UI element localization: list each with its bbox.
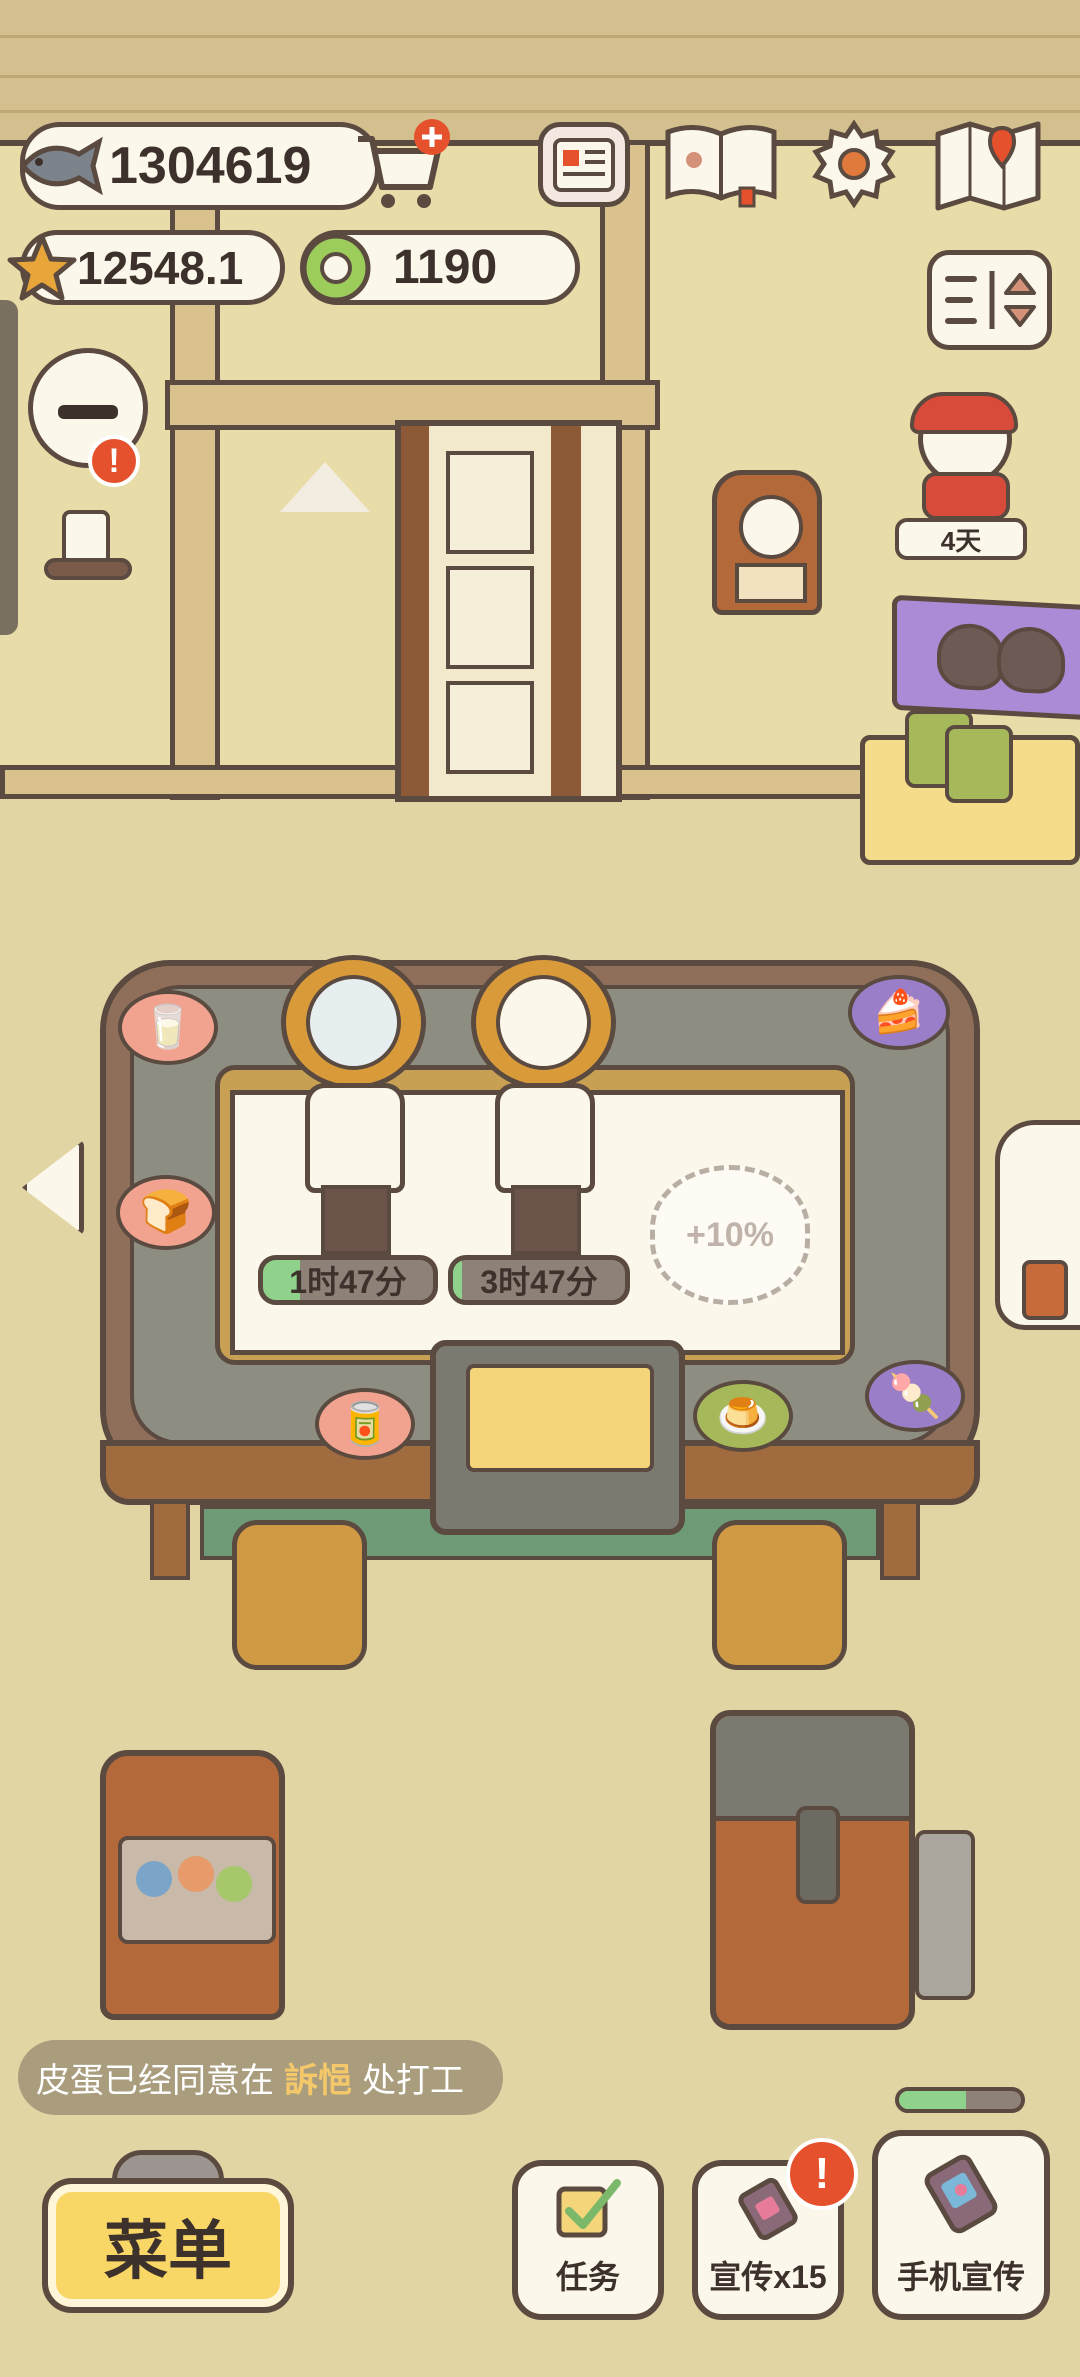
candle-icon [62, 510, 110, 565]
chef-2-cat-face [496, 975, 591, 1070]
fish-amount: 1304619 [109, 137, 312, 195]
candle-holder [44, 558, 132, 580]
chef-2-timer: 3时47分 [448, 1255, 630, 1305]
shoji-door[interactable] [395, 420, 622, 802]
cone-holder [915, 1830, 975, 2000]
display-sign [892, 594, 1080, 721]
toast-highlight-name: 訴悒 [284, 2062, 352, 2100]
plate-daifuku[interactable]: 🍡 [865, 1360, 965, 1432]
plate-canned-food[interactable]: 🥫 [315, 1388, 415, 1460]
sort-toggle-button[interactable] [927, 250, 1052, 350]
phone-icon [1022, 1260, 1068, 1320]
mouse-visitor[interactable] [995, 1120, 1080, 1330]
toast-text-after: 处打工 [362, 2062, 464, 2100]
capsule-machine[interactable] [100, 1750, 285, 2020]
plate-pudding[interactable]: 🍮 [693, 1380, 793, 1452]
promo-alert-badge: ! [786, 2138, 858, 2210]
empty-chef-slot[interactable]: +10% [650, 1165, 810, 1305]
chef-2-coat [495, 1083, 595, 1193]
tasks-label: 任务 [555, 2259, 620, 2295]
toast-text-before: 皮蛋已经同意在 [36, 2062, 274, 2100]
menu-button[interactable]: 菜单 [42, 2178, 294, 2313]
plate-taiyaki[interactable]: 🍞 [116, 1175, 216, 1250]
chair-right[interactable] [712, 1520, 847, 1670]
chef-2-timer-fill [453, 1260, 462, 1300]
visitor-days-label: 4天 [895, 518, 1027, 560]
soft-serve-machine[interactable] [710, 1710, 915, 2030]
green-ring-icon [297, 229, 375, 307]
plate-milk[interactable]: 🥛 [118, 990, 218, 1065]
counter-leg-right [880, 1500, 920, 1580]
settings-button[interactable] [808, 118, 900, 210]
chair-left[interactable] [232, 1520, 367, 1670]
ring-currency-pill: 1190 [300, 230, 580, 305]
phone-promo-label: 手机宣传 [896, 2259, 1025, 2295]
chef-1-legs [321, 1185, 391, 1255]
chef-1-head [281, 955, 426, 1090]
tasks-button[interactable]: 任务 [512, 2160, 664, 2320]
chef-2-legs [511, 1185, 581, 1255]
side-table [860, 710, 1080, 865]
map-button[interactable] [932, 118, 1050, 213]
star-icon [7, 233, 77, 303]
side-drawer-handle[interactable] [0, 300, 18, 635]
cooking-station[interactable] [430, 1340, 685, 1535]
chef-1-coat [305, 1083, 405, 1193]
shop-cart-button[interactable] [352, 115, 452, 215]
promo-label: 宣传x15 [709, 2259, 827, 2295]
chef-2-head [471, 955, 616, 1090]
checkbox-icon [553, 2166, 623, 2252]
chef-2[interactable] [465, 955, 625, 1255]
notification-toast: 皮蛋已经同意在 訴悒 处打工 [18, 2040, 503, 2115]
fish-icon [15, 121, 105, 211]
newspaper-icon [553, 137, 615, 192]
chef-1-timer: 1时47分 [258, 1255, 438, 1305]
collection-book-button[interactable] [662, 118, 780, 208]
map-pin-icon [935, 121, 1041, 211]
newspaper-button[interactable] [538, 122, 630, 207]
promo-progress-bar [895, 2087, 1025, 2113]
gear-icon [812, 119, 896, 209]
plate-cake[interactable]: 🍰 [848, 975, 950, 1050]
chef-1-avatar [306, 975, 401, 1070]
star-amount: 12548.1 [77, 241, 244, 294]
star-currency-pill: 12548.1 [7, 230, 285, 305]
scroll-up-arrow-icon[interactable] [280, 462, 370, 512]
wall-clock[interactable] [712, 470, 822, 615]
chef-1[interactable] [275, 955, 435, 1255]
ring-amount: 1190 [393, 241, 498, 294]
phone-promo-icon [919, 2136, 1003, 2252]
counter-leg-left [150, 1500, 190, 1580]
visitor-character[interactable] [900, 392, 1020, 520]
promo-progress-fill [899, 2091, 967, 2109]
fish-currency-pill: 1304619 [19, 122, 380, 210]
phone-promo-button[interactable]: 手机宣传 [872, 2130, 1050, 2320]
shopping-cart-plus-icon [358, 119, 450, 208]
wall-cat-alert-badge: ! [88, 435, 140, 487]
paw-book-icon [665, 125, 777, 208]
sort-icon [944, 271, 1036, 329]
